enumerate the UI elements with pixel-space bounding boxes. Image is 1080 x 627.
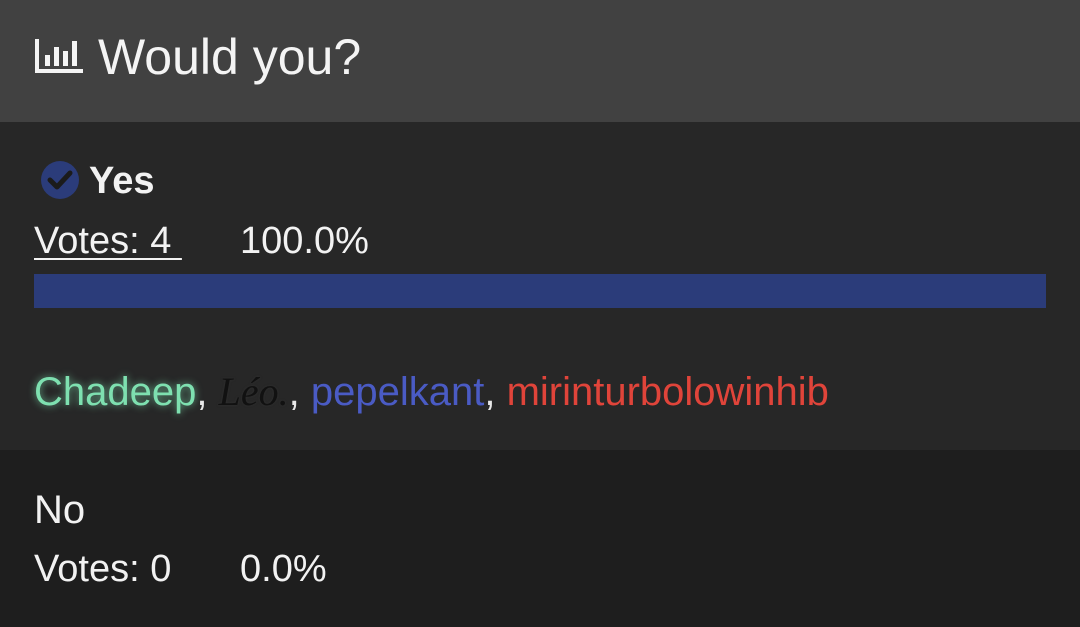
poll-title: Would you? — [98, 29, 362, 85]
option-label: Yes — [89, 160, 155, 202]
poll-option-no[interactable]: No Votes: 0 0.0% — [0, 450, 1080, 627]
vote-progress-bar — [34, 274, 1046, 308]
voter-name[interactable]: Chadeep — [34, 370, 196, 414]
voter-name[interactable]: mirinturbolowinhib — [507, 370, 829, 414]
voter-name[interactable]: pepelkant — [311, 370, 484, 414]
voter-name[interactable]: Léo. — [219, 369, 289, 414]
votes-count-link[interactable]: Votes: 4 — [34, 218, 182, 264]
votes-count-link[interactable]: Votes: 0 — [34, 545, 171, 593]
vote-percent: 100.0% — [240, 220, 369, 262]
vote-percent: 0.0% — [240, 548, 327, 590]
poll-header: Would you? — [0, 0, 1080, 122]
option-label: No — [34, 488, 86, 532]
check-circle-icon — [41, 161, 79, 199]
poll-option-yes[interactable]: Yes Votes: 4 100.0% Chadeep, Léo., pepel… — [0, 122, 1080, 450]
voter-list: Chadeep, Léo., pepelkant, mirinturbolowi… — [34, 369, 829, 414]
vote-progress-fill — [34, 274, 1046, 308]
poll-chart-icon — [35, 39, 83, 73]
